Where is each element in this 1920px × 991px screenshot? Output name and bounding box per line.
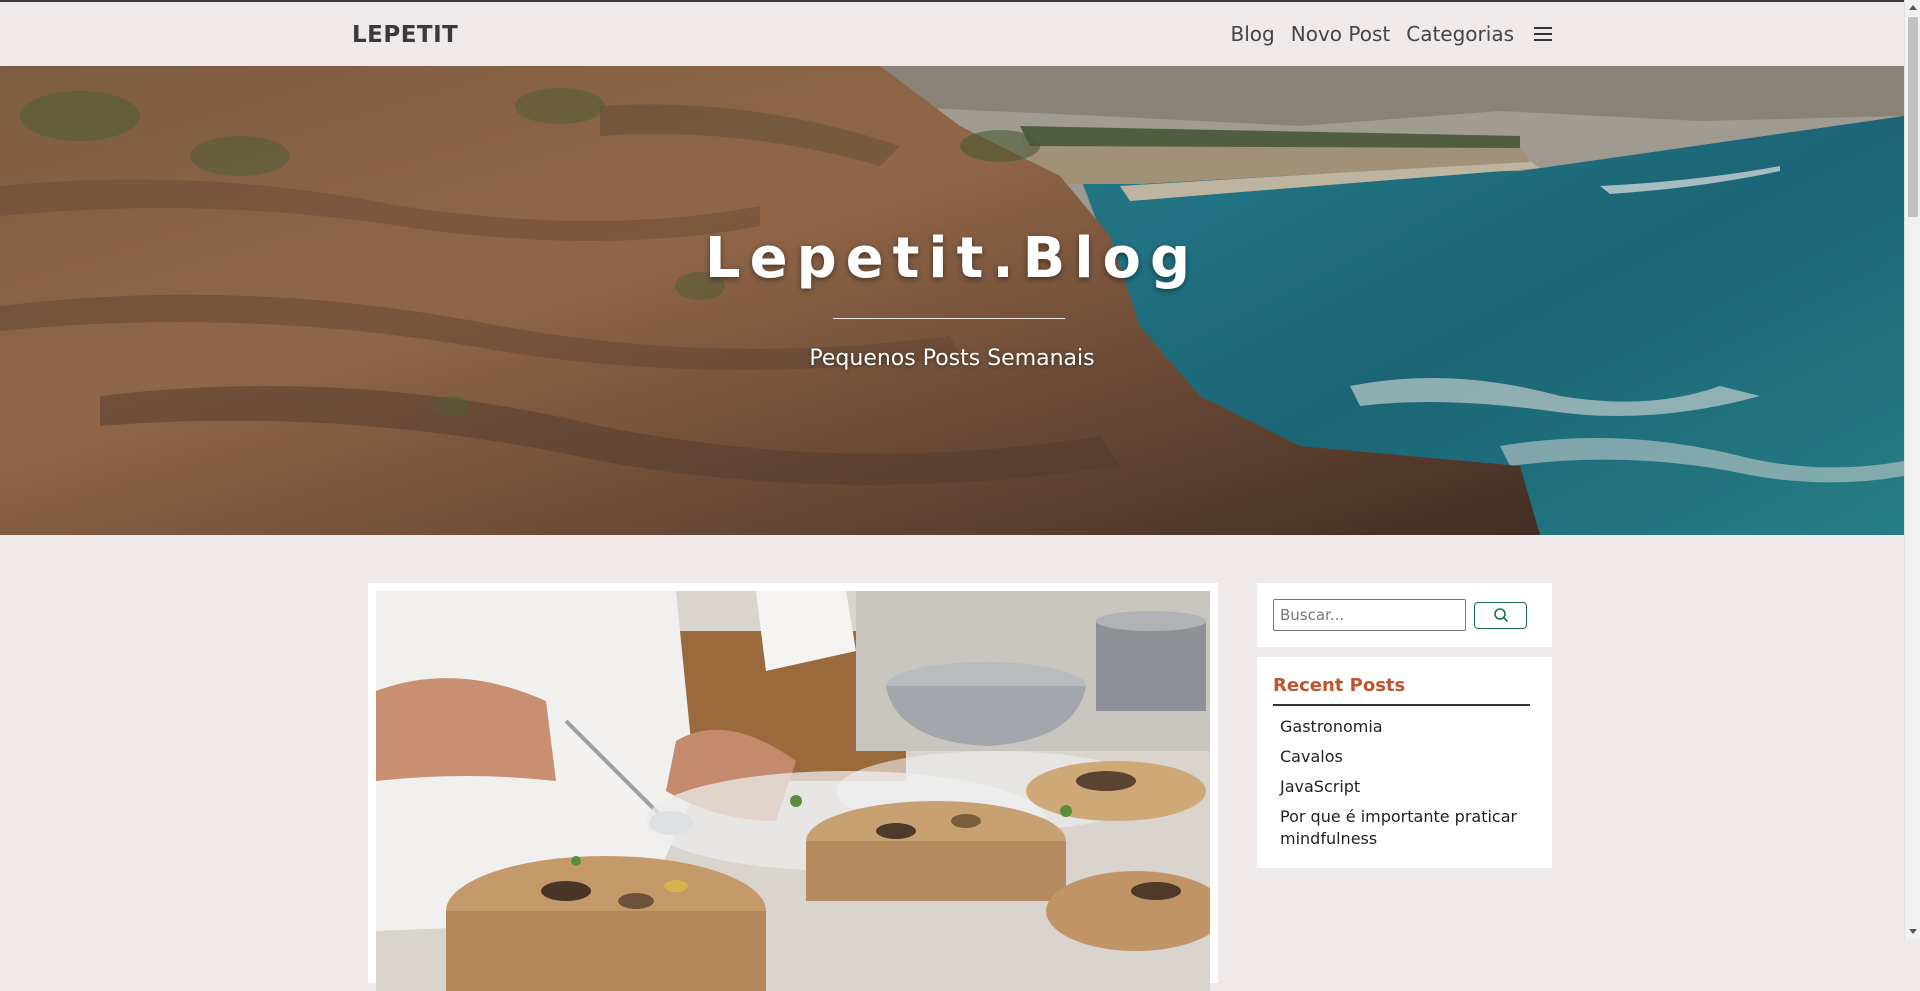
recent-post-mindfulness[interactable]: Por que é importante praticar mindfulnes…: [1280, 806, 1536, 850]
nav-link-blog[interactable]: Blog: [1231, 22, 1275, 46]
search-button[interactable]: [1474, 601, 1527, 629]
hero-divider: [833, 318, 1065, 319]
post-image[interactable]: [376, 591, 1210, 991]
page-scrollbar[interactable]: [1904, 0, 1920, 939]
nav-links: Blog Novo Post Categorias: [1231, 22, 1552, 46]
chef-plating-image: [376, 591, 1210, 991]
recent-posts-title: Recent Posts: [1273, 675, 1530, 706]
search-input[interactable]: [1273, 599, 1466, 631]
nav-link-categorias[interactable]: Categorias: [1406, 22, 1514, 46]
hero-subtitle: Pequenos Posts Semanais: [809, 346, 1095, 371]
recent-post-cavalos[interactable]: Cavalos: [1280, 746, 1536, 768]
post-card[interactable]: [368, 583, 1218, 991]
hero-title: Lepetit.Blog: [704, 226, 1200, 291]
scrollbar-thumb[interactable]: [1908, 17, 1918, 217]
menu-icon[interactable]: [1534, 27, 1552, 41]
scroll-up-arrow-icon[interactable]: [1909, 5, 1917, 10]
recent-posts-widget: Recent Posts Gastronomia Cavalos JavaScr…: [1257, 657, 1552, 868]
recent-post-gastronomia[interactable]: Gastronomia: [1280, 716, 1536, 738]
search-icon: [1493, 608, 1508, 623]
nav-link-novo-post[interactable]: Novo Post: [1291, 22, 1390, 46]
scroll-down-arrow-icon[interactable]: [1909, 929, 1917, 934]
recent-posts-list: Gastronomia Cavalos JavaScript Por que é…: [1273, 716, 1536, 850]
brand-logo[interactable]: LEPETIT: [352, 22, 458, 48]
search-widget: [1257, 583, 1552, 647]
recent-post-javascript[interactable]: JavaScript: [1280, 776, 1536, 798]
hero-background-image: [0, 66, 1904, 535]
navbar: LEPETIT Blog Novo Post Categorias: [0, 0, 1904, 66]
hero-banner: Lepetit.Blog Pequenos Posts Semanais: [0, 66, 1904, 535]
